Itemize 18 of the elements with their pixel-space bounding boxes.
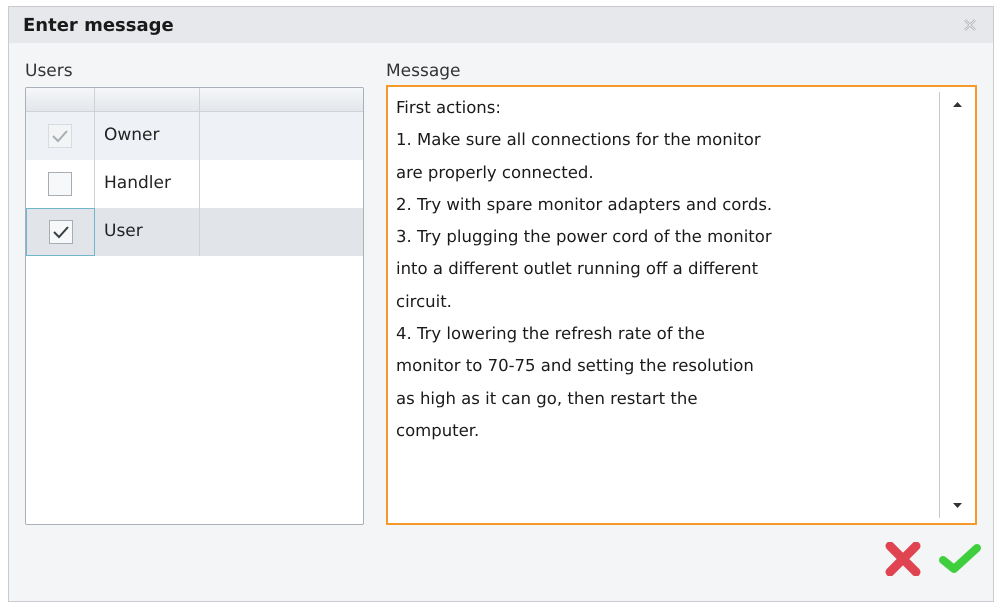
check-icon: [51, 129, 69, 143]
user-name: User: [104, 220, 143, 244]
window-title: Enter message: [23, 14, 174, 38]
cancel-button[interactable]: [883, 539, 923, 579]
checkbox[interactable]: [48, 172, 72, 196]
user-name: Owner: [104, 124, 160, 148]
scroll-down-icon[interactable]: [953, 503, 962, 508]
message-field[interactable]: [386, 85, 977, 525]
check-icon: [52, 225, 70, 239]
message-text: First actions: 1. Make sure all connections for the monitor are properly connected. 2. Try with spare monitor adapters and cords. 3. Try plugging the power cord of the monitor into a different outlet running off a different circuit. 4. Try lowering the refresh rate of the monitor to 70-75 and setting the resolution as high as it can go, then restart the computer.: [395, 97, 774, 442]
user-name: Handler: [104, 172, 171, 196]
scroll-up-icon[interactable]: [953, 102, 962, 107]
user-row[interactable]: User: [26, 208, 363, 256]
users-label: Users: [25, 61, 74, 81]
checkbox[interactable]: [48, 220, 72, 244]
check-icon: [938, 543, 982, 575]
message-label: Message: [386, 61, 462, 81]
close-icon: [885, 542, 921, 576]
